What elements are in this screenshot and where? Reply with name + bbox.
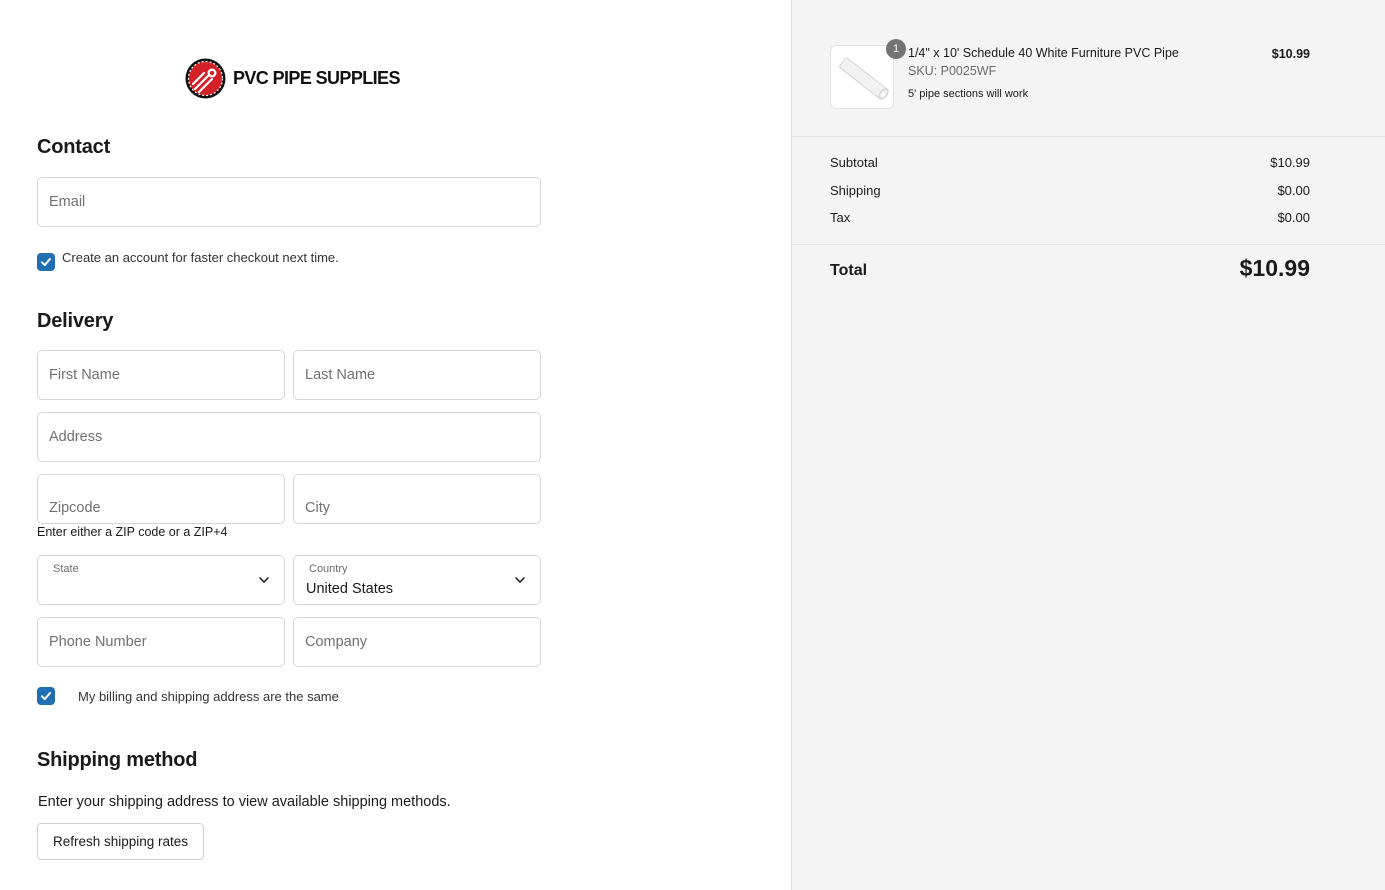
city-field[interactable]: City [293, 474, 541, 524]
create-account-checkbox[interactable] [37, 253, 55, 271]
divider [792, 136, 1385, 137]
tax-label: Tax [830, 210, 851, 225]
zip-hint: Enter either a ZIP code or a ZIP+4 [37, 525, 228, 539]
refresh-shipping-button[interactable]: Refresh shipping rates [37, 823, 204, 860]
shipping-method-message: Enter your shipping address to view avai… [38, 794, 451, 810]
tax-value: $0.00 [1277, 210, 1310, 225]
subtotal-label: Subtotal [830, 155, 878, 170]
product-price: $10.99 [1271, 47, 1310, 61]
first-name-field[interactable]: First Name [37, 350, 285, 400]
zipcode-placeholder: Zipcode [49, 500, 101, 516]
create-account-label: Create an account for faster checkout ne… [62, 250, 339, 265]
state-label: State [53, 563, 79, 575]
phone-placeholder: Phone Number [49, 634, 147, 650]
address-placeholder: Address [49, 429, 103, 445]
product-sku: SKU: P0025WF [908, 64, 997, 78]
city-placeholder: City [305, 500, 330, 516]
email-field[interactable]: Email [37, 177, 541, 227]
last-name-field[interactable]: Last Name [293, 350, 541, 400]
billing-same-label: My billing and shipping address are the … [78, 689, 339, 704]
shipping-method-heading: Shipping method [37, 749, 198, 771]
store-name: PVC PIPE SUPPLIES [233, 68, 400, 88]
first-name-placeholder: First Name [49, 367, 120, 383]
zipcode-field[interactable]: Zipcode [37, 474, 285, 524]
quantity-badge: 1 [886, 39, 906, 59]
chevron-down-icon [515, 577, 525, 583]
chevron-down-icon [259, 577, 269, 583]
contact-heading: Contact [37, 136, 111, 158]
billing-same-checkbox[interactable] [37, 687, 55, 705]
state-select[interactable]: State [37, 555, 285, 605]
divider [792, 244, 1385, 245]
phone-field[interactable]: Phone Number [37, 617, 285, 667]
product-name: 1/4" x 10' Schedule 40 White Furniture P… [908, 46, 1179, 60]
email-placeholder: Email [49, 194, 86, 210]
checkout-form-panel: PVC PIPE SUPPLIES Contact Email Create a… [0, 0, 791, 890]
checkmark-icon [41, 258, 51, 266]
last-name-placeholder: Last Name [305, 367, 376, 383]
company-field[interactable]: Company [293, 617, 541, 667]
subtotal-value: $10.99 [1270, 155, 1310, 170]
product-note: 5' pipe sections will work [908, 88, 1029, 100]
pvc-pipe-image [839, 57, 889, 100]
store-logo[interactable]: PVC PIPE SUPPLIES [185, 58, 400, 99]
order-summary-panel: 1 1/4" x 10' Schedule 40 White Furniture… [791, 0, 1385, 890]
company-placeholder: Company [305, 634, 368, 650]
delivery-heading: Delivery [37, 310, 114, 332]
total-value: $10.99 [1239, 255, 1310, 281]
product-thumbnail [830, 45, 894, 109]
logo-icon [185, 58, 226, 99]
total-label: Total [830, 262, 868, 279]
country-label: Country [309, 563, 348, 575]
shipping-value: $0.00 [1277, 183, 1310, 198]
checkmark-icon [41, 692, 51, 700]
country-select[interactable]: Country United States [293, 555, 541, 605]
shipping-label: Shipping [830, 183, 881, 198]
country-value: United States [306, 581, 394, 597]
address-field[interactable]: Address [37, 412, 541, 462]
